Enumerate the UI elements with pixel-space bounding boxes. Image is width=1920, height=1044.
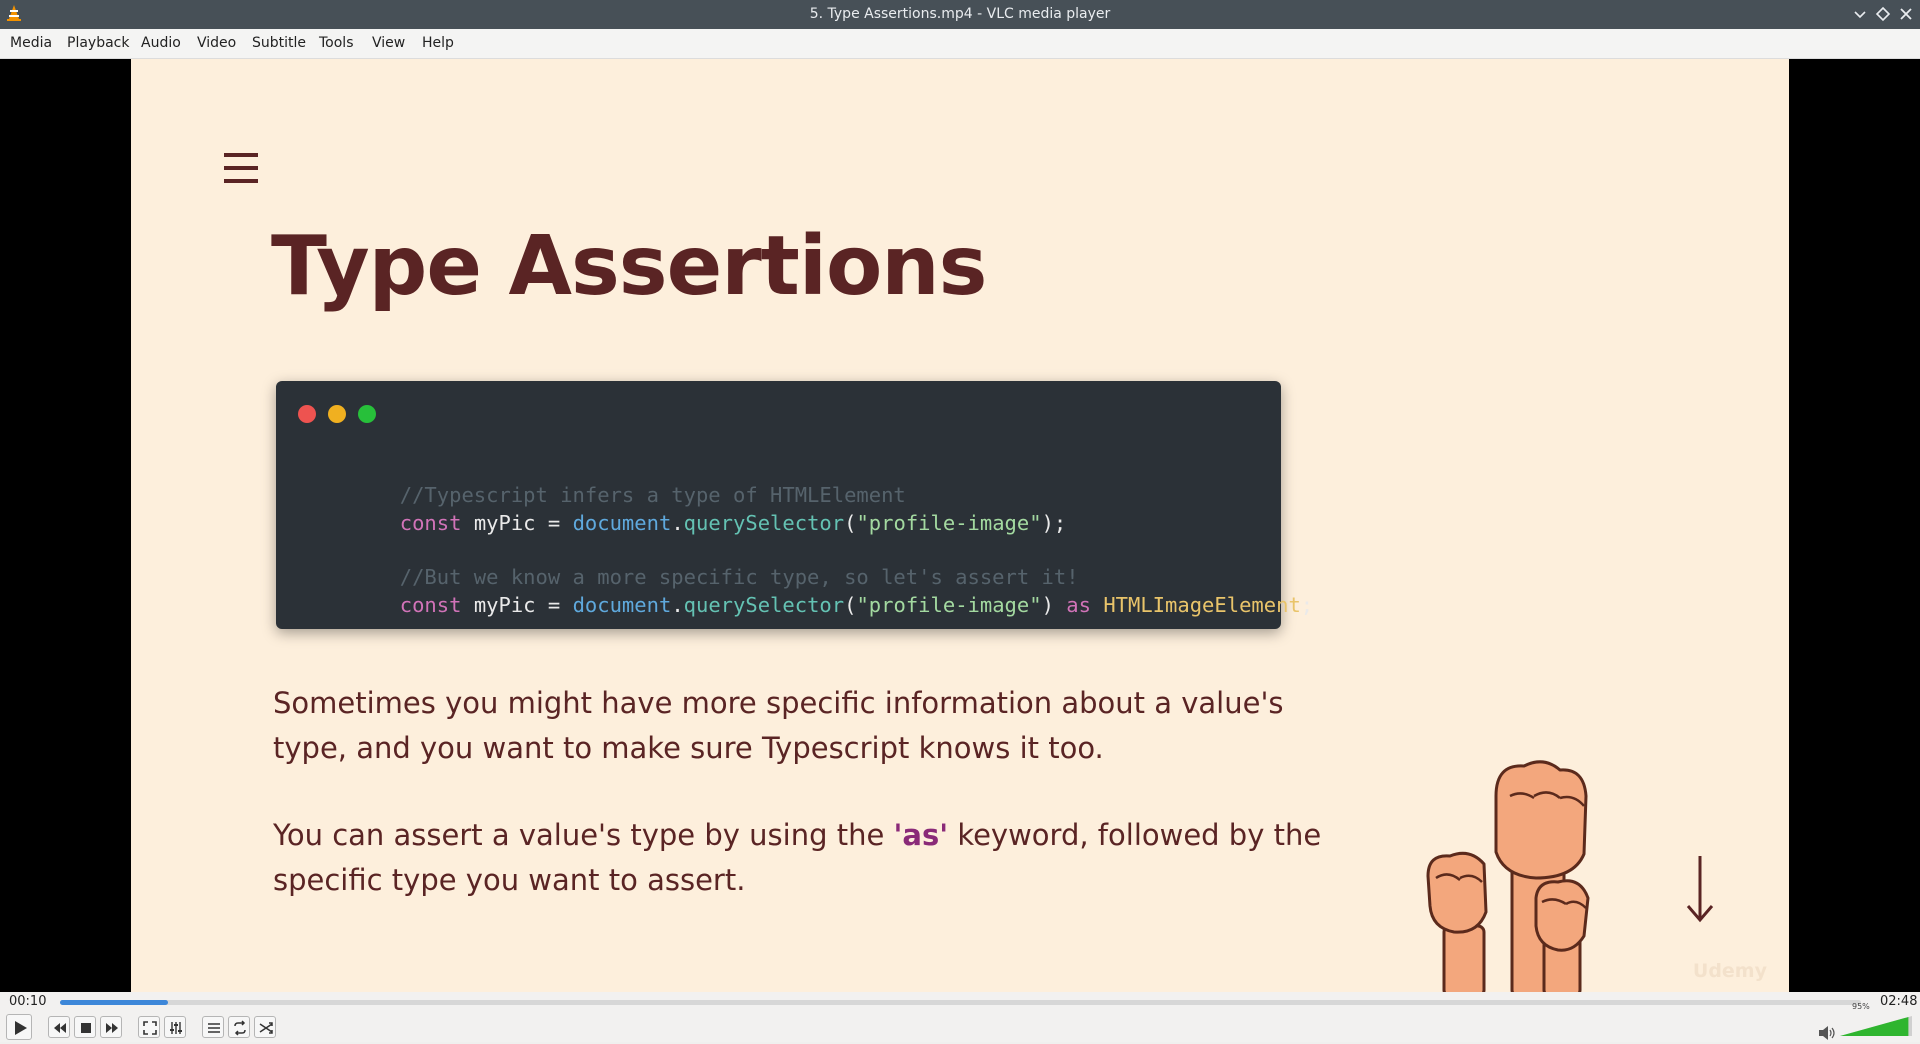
menu-view[interactable]: View [372, 35, 405, 51]
window-title: 5. Type Assertions.mp4 - VLC media playe… [809, 6, 1111, 22]
red-dot-icon [298, 405, 316, 423]
speaker-icon[interactable] [1818, 1025, 1836, 1044]
code-object: document [572, 593, 672, 617]
elapsed-time: 00:10 [9, 994, 47, 1009]
volume-label: 95% [1852, 1002, 1870, 1011]
playlist-button[interactable] [202, 1016, 224, 1038]
extended-settings-button[interactable] [164, 1016, 186, 1038]
code-object: document [572, 511, 672, 535]
hamburger-icon [224, 151, 260, 189]
play-button[interactable] [6, 1014, 32, 1040]
code-keyword: const [399, 593, 462, 617]
code-string: "profile-image" [856, 511, 1042, 535]
code-paren: ( [844, 511, 857, 535]
code-identifier: myPic [473, 511, 536, 535]
code-function: querySelector [683, 511, 845, 535]
next-button[interactable] [100, 1016, 122, 1038]
stop-button[interactable] [74, 1016, 96, 1038]
shuffle-button[interactable] [254, 1016, 276, 1038]
code-paren: ( [844, 593, 857, 617]
seek-bar[interactable] [60, 1000, 1861, 1005]
slide-paragraph-1: Sometimes you might have more specific i… [273, 686, 1284, 765]
slide-title: Type Assertions [271, 219, 987, 314]
code-semicolon: ; [1300, 593, 1314, 617]
video-frame: Type Assertions //Typescript infers a ty… [131, 59, 1789, 992]
code-window: //Typescript infers a type of HTMLElemen… [276, 381, 1313, 629]
total-time: 02:48 [1880, 994, 1918, 1009]
close-icon[interactable] [1897, 5, 1915, 23]
code-identifier: myPic [473, 593, 536, 617]
menu-audio[interactable]: Audio [141, 35, 181, 51]
minimize-icon[interactable] [1851, 5, 1869, 23]
code-dot: . [671, 511, 684, 535]
seek-progress [60, 1000, 169, 1005]
code-keyword: const [399, 511, 462, 535]
raised-fists-illustration [1424, 756, 1604, 992]
green-dot-icon [358, 405, 376, 423]
slide-paragraph-2: You can assert a value's type by using t… [273, 813, 1333, 903]
code-as-keyword: as [1066, 593, 1091, 617]
as-keyword: 'as' [893, 818, 949, 852]
code-line: const myPic = document.querySelector("pr… [301, 569, 1313, 641]
menu-subtitle[interactable]: Subtitle [252, 35, 306, 51]
code-string: "profile-image" [856, 593, 1042, 617]
arrow-down-icon [1684, 854, 1716, 928]
code-operator: = [535, 511, 573, 535]
udemy-watermark: Udemy [1692, 960, 1767, 982]
window-titlebar[interactable]: 5. Type Assertions.mp4 - VLC media playe… [0, 0, 1920, 29]
fullscreen-button[interactable] [138, 1016, 160, 1038]
player-controls: 00:10 02:48 95% [0, 992, 1920, 1042]
menu-media[interactable]: Media [10, 35, 52, 51]
maximize-icon[interactable] [1874, 5, 1892, 23]
loop-button[interactable] [228, 1016, 250, 1038]
video-area[interactable]: Type Assertions //Typescript infers a ty… [0, 59, 1920, 992]
yellow-dot-icon [328, 405, 346, 423]
code-function: querySelector [683, 593, 845, 617]
code-dot: . [671, 593, 684, 617]
menu-playback[interactable]: Playback [67, 35, 129, 51]
previous-button[interactable] [48, 1016, 70, 1038]
code-type: HTMLImageElement [1103, 593, 1301, 617]
code-operator: = [535, 593, 573, 617]
menu-tools[interactable]: Tools [319, 35, 354, 51]
volume-slider[interactable] [1840, 1014, 1912, 1038]
code-paren: ) [1041, 593, 1067, 617]
menu-bar: Media Playback Audio Video Subtitle Tool… [0, 29, 1920, 59]
menu-help[interactable]: Help [422, 35, 454, 51]
menu-video[interactable]: Video [197, 35, 236, 51]
code-paren: ); [1041, 511, 1067, 535]
paragraph-text: You can assert a value's type by using t… [273, 818, 894, 852]
